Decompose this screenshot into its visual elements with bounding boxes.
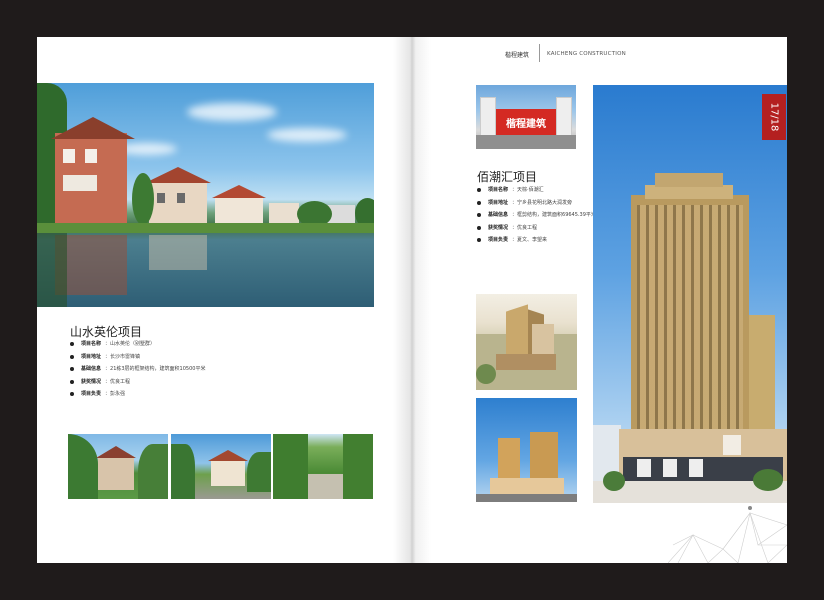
- page-number: 17/18: [768, 102, 780, 132]
- info-label: 基础信息: [81, 366, 102, 372]
- bullet-icon: [70, 367, 74, 372]
- gate-sign-text: 楷程建筑: [506, 119, 546, 130]
- info-row: 获奖情况 ：优良工程: [70, 376, 205, 389]
- info-row: 项目地址 ：宁乡县花明北路大润发旁: [477, 197, 596, 210]
- info-label: 项目地址: [81, 353, 102, 360]
- info-row: 项目名称 ：天棕·佰潮汇: [477, 184, 596, 197]
- left-project-info: 项目名称 ：山水英伦（别墅群） 项目地址 ：长沙市雷锋镇 基础信息 ：21栋3层的框架…: [70, 338, 205, 401]
- info-value: ：21栋3层的框架结构，建筑面积10500平米: [105, 366, 206, 372]
- tower-rendering-photo: [593, 85, 787, 503]
- info-row: 基础信息 ：21栋3层的框架结构，建筑面积10500平米: [70, 363, 205, 376]
- bullet-icon: [70, 392, 74, 397]
- info-label: 项目名称: [81, 341, 102, 347]
- bullet-icon: [70, 354, 74, 359]
- villa-lake-photo: [37, 83, 374, 307]
- info-label: 获奖情况: [81, 378, 102, 385]
- bullet-icon: [70, 342, 74, 347]
- bullet-icon: [477, 188, 481, 193]
- info-value: ：优良工程: [105, 378, 131, 385]
- info-label: 项目名称: [488, 187, 509, 193]
- bullet-icon: [477, 200, 481, 205]
- info-value: ：框剪结构，建筑面积69645.39平米: [512, 212, 596, 218]
- info-value: ：天棕·佰潮汇: [512, 187, 544, 193]
- villa-thumb-photo-3: [273, 434, 373, 499]
- bullet-icon: [477, 213, 481, 218]
- info-value: ：山水英伦（别墅群）: [105, 341, 156, 347]
- right-project-title: 佰潮汇项目: [477, 170, 538, 184]
- info-label: 项目负责: [488, 237, 509, 243]
- info-value: ：宁乡县花明北路大润发旁: [512, 199, 573, 206]
- brand-name-cn: 楷程建筑: [505, 52, 530, 59]
- bullet-icon: [477, 238, 481, 243]
- info-row: 项目负责 ：彭永强: [70, 388, 205, 401]
- villa-thumb-photo-2: [171, 434, 271, 499]
- info-row: 项目负责 ：夏文、李望来: [477, 234, 596, 247]
- page-number-tag: 17/18: [762, 94, 786, 140]
- info-row: 项目名称 ：山水英伦（别墅群）: [70, 338, 205, 351]
- info-row: 项目地址 ：长沙市雷锋镇: [70, 351, 205, 364]
- bullet-icon: [70, 379, 74, 384]
- book-gutter: [393, 37, 431, 563]
- info-row: 基础信息 ：框剪结构，建筑面积69645.39平米: [477, 209, 596, 222]
- info-value: ：夏文、李望来: [512, 237, 548, 243]
- twin-towers-photo: [476, 398, 577, 502]
- brand-name-en: KAICHENG CONSTRUCTION: [547, 51, 626, 57]
- info-value: ：彭永强: [105, 391, 126, 397]
- header-divider: [539, 44, 540, 62]
- company-gate-photo: 楷程建筑: [476, 85, 576, 149]
- info-label: 项目地址: [488, 199, 509, 206]
- info-label: 获奖情况: [488, 224, 509, 231]
- right-project-info: 项目名称 ：天棕·佰潮汇 项目地址 ：宁乡县花明北路大润发旁 基础信息 ：框剪结构，建…: [477, 184, 596, 247]
- info-value: ：长沙市雷锋镇: [105, 353, 141, 360]
- villa-thumb-photo-1: [68, 434, 168, 499]
- info-row: 获奖情况 ：优良工程: [477, 222, 596, 235]
- decorative-line-pattern: [668, 506, 787, 563]
- aerial-rendering-photo: [476, 294, 577, 390]
- info-label: 基础信息: [488, 212, 509, 218]
- bullet-icon: [477, 225, 481, 230]
- info-value: ：优良工程: [512, 224, 538, 231]
- info-label: 项目负责: [81, 391, 102, 397]
